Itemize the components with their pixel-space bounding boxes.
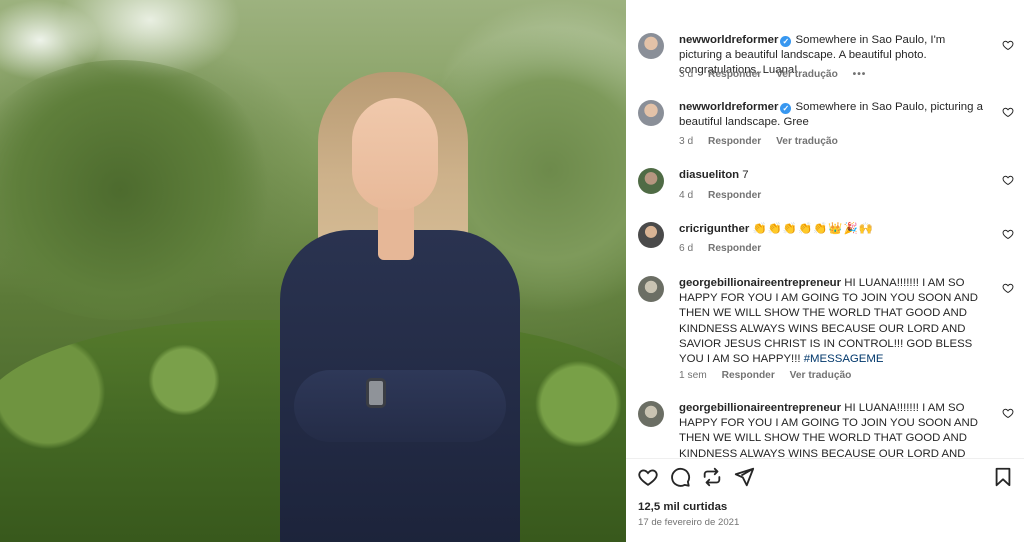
- comment-username[interactable]: newworldreformer: [679, 34, 778, 46]
- face: [352, 98, 438, 210]
- reply-button[interactable]: Responder: [708, 243, 761, 254]
- see-translation-button[interactable]: Ver tradução: [776, 69, 838, 80]
- comments-panel: newworldreformer ✓ Somewhere in Sao Paulo…: [626, 0, 1024, 542]
- comment-meta: 1 sem Responder Ver tradução: [679, 370, 863, 381]
- repost-icon[interactable]: [701, 466, 723, 488]
- comment-meta: 4 d Responder: [679, 190, 773, 201]
- verified-badge-icon: ✓: [780, 36, 792, 47]
- comment-time[interactable]: 4 d: [679, 190, 693, 201]
- comment-time[interactable]: 3 d: [679, 136, 693, 147]
- heart-outline-icon[interactable]: [1002, 228, 1014, 240]
- heart-outline-icon[interactable]: [1002, 407, 1014, 419]
- bookmark-icon[interactable]: [992, 466, 1014, 488]
- comment-text: 👏👏👏👏👏👑🎉🙌: [752, 223, 874, 235]
- comment-meta: 3 d Responder Ver tradução: [679, 136, 850, 147]
- heart-icon[interactable]: [637, 466, 659, 488]
- comment-time[interactable]: 1 sem: [679, 370, 707, 381]
- post-action-bar: [626, 466, 1024, 490]
- comment-username[interactable]: diasueliton: [679, 169, 739, 181]
- reply-button[interactable]: Responder: [708, 136, 761, 147]
- comment-username[interactable]: newworldreformer: [679, 101, 778, 113]
- reply-button[interactable]: Responder: [722, 370, 775, 381]
- woman-portrait: [270, 70, 530, 542]
- comment-text: 7: [742, 169, 749, 181]
- hashtag-link[interactable]: #MESSAGEME: [804, 353, 884, 365]
- verified-badge-icon: ✓: [780, 103, 792, 114]
- comment-text-block: georgebillionaireentrepreneur HI LUANA!!…: [679, 401, 989, 458]
- comment-username[interactable]: cricrigunther: [679, 223, 749, 235]
- avatar[interactable]: [638, 168, 664, 194]
- avatar[interactable]: [638, 276, 664, 302]
- comment-text-block: cricrigunther 👏👏👏👏👏👑🎉🙌: [679, 222, 989, 237]
- heart-outline-icon[interactable]: [1002, 39, 1014, 51]
- comment-meta: 3 d Responder Ver tradução •••: [679, 69, 878, 80]
- avatar[interactable]: [638, 222, 664, 248]
- heart-outline-icon[interactable]: [1002, 174, 1014, 186]
- paper-plane-icon[interactable]: [733, 466, 755, 488]
- reply-button[interactable]: Responder: [708, 190, 761, 201]
- heart-outline-icon[interactable]: [1002, 106, 1014, 118]
- reply-button[interactable]: Responder: [708, 69, 761, 80]
- post-photo[interactable]: [0, 0, 626, 542]
- heart-outline-icon[interactable]: [1002, 282, 1014, 294]
- comment-time[interactable]: 3 d: [679, 69, 693, 80]
- avatar[interactable]: [638, 100, 664, 126]
- speech-bubble-icon[interactable]: [669, 466, 691, 488]
- see-translation-button[interactable]: Ver tradução: [790, 370, 852, 381]
- comment-text-block: diasueliton 7: [679, 168, 989, 183]
- tree-foliage: [0, 60, 280, 320]
- see-translation-button[interactable]: Ver tradução: [776, 136, 838, 147]
- comment-text: HI LUANA!!!!!!! I AM SO HAPPY FOR YOU I …: [679, 277, 978, 366]
- comment-time[interactable]: 6 d: [679, 243, 693, 254]
- likes-count[interactable]: 12,5 mil curtidas: [638, 501, 727, 513]
- comment-meta: 6 d Responder: [679, 243, 773, 254]
- comment-username[interactable]: georgebillionaireentrepreneur: [679, 402, 841, 414]
- post-date[interactable]: 17 de fevereiro de 2021: [638, 517, 739, 528]
- more-options-icon[interactable]: •••: [853, 69, 867, 80]
- comment-list[interactable]: newworldreformer ✓ Somewhere in Sao Paulo…: [626, 0, 1024, 458]
- smartwatch: [366, 378, 386, 408]
- comment-text-block: georgebillionaireentrepreneur HI LUANA!!…: [679, 276, 989, 367]
- crossed-arms: [294, 370, 506, 442]
- comment-text-block: newworldreformer ✓ Somewhere in Sao Paulo…: [679, 100, 989, 130]
- comment-username[interactable]: georgebillionaireentrepreneur: [679, 277, 841, 289]
- avatar[interactable]: [638, 401, 664, 427]
- divider: [626, 458, 1024, 459]
- avatar[interactable]: [638, 33, 664, 59]
